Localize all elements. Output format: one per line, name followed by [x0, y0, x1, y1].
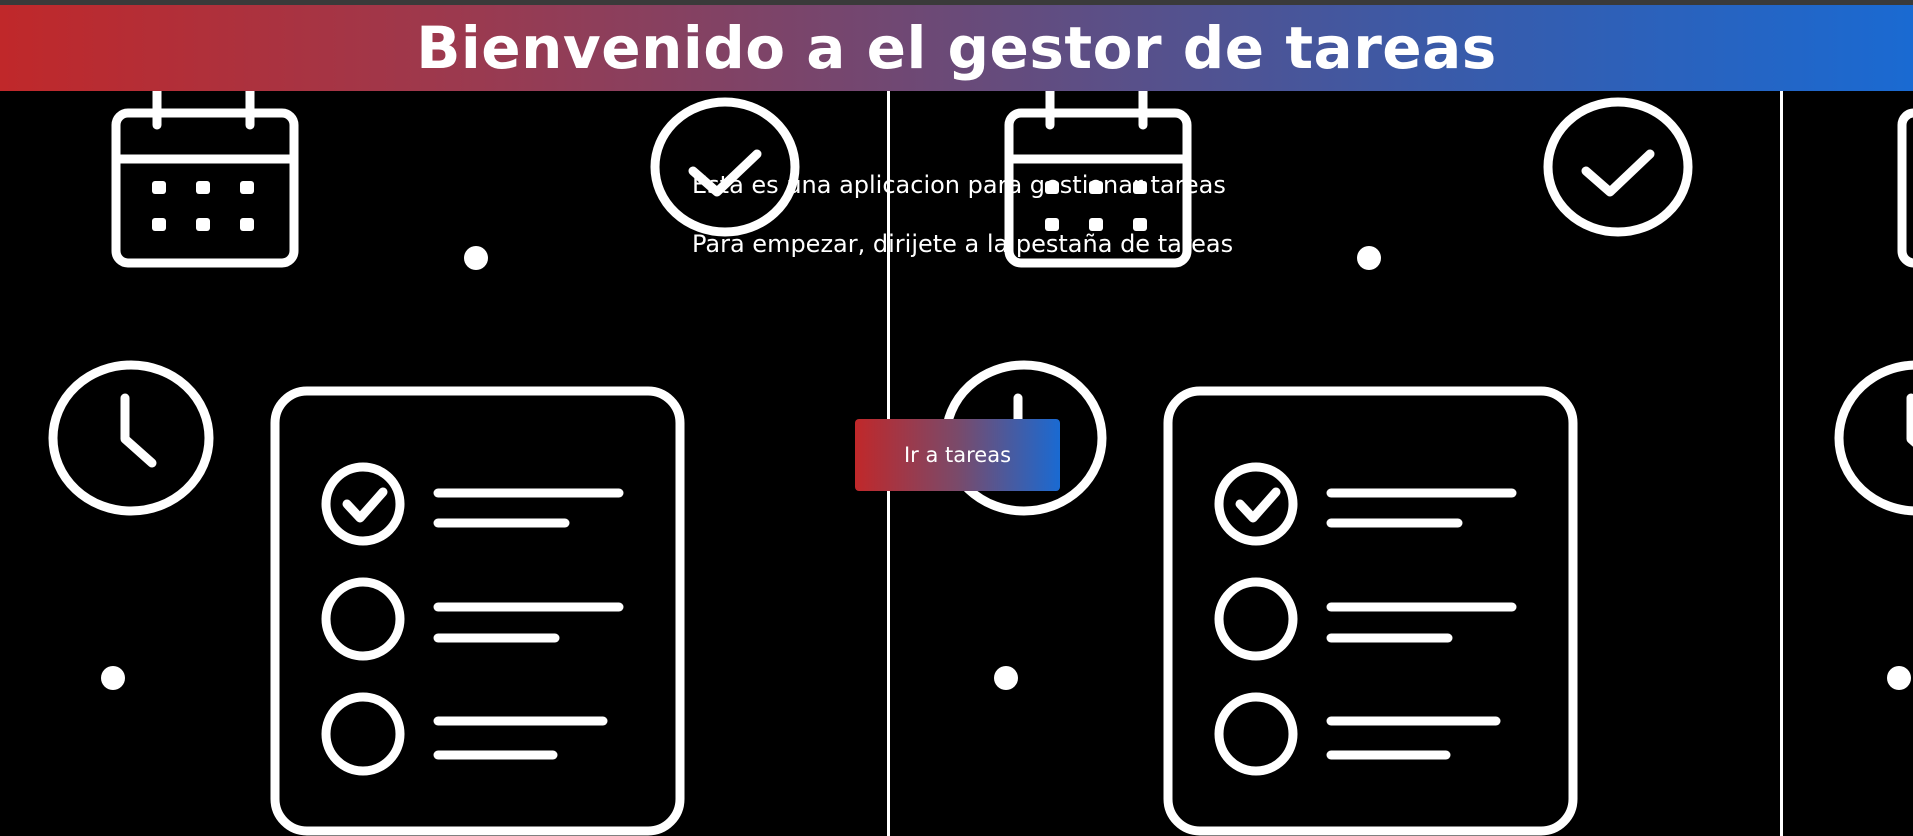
welcome-content: Esta es una aplicacion para gestionar ta… — [0, 91, 1913, 836]
go-to-tasks-button[interactable]: Ir a tareas — [855, 419, 1060, 491]
intro-text-line2: Para empezar, dirijete a la pestaña de t… — [692, 230, 1234, 258]
intro-text-line1: Esta es una aplicacion para gestionar ta… — [692, 171, 1226, 199]
page-title: Bienvenido a el gestor de tareas — [416, 14, 1497, 82]
page-header: Bienvenido a el gestor de tareas — [0, 5, 1913, 91]
